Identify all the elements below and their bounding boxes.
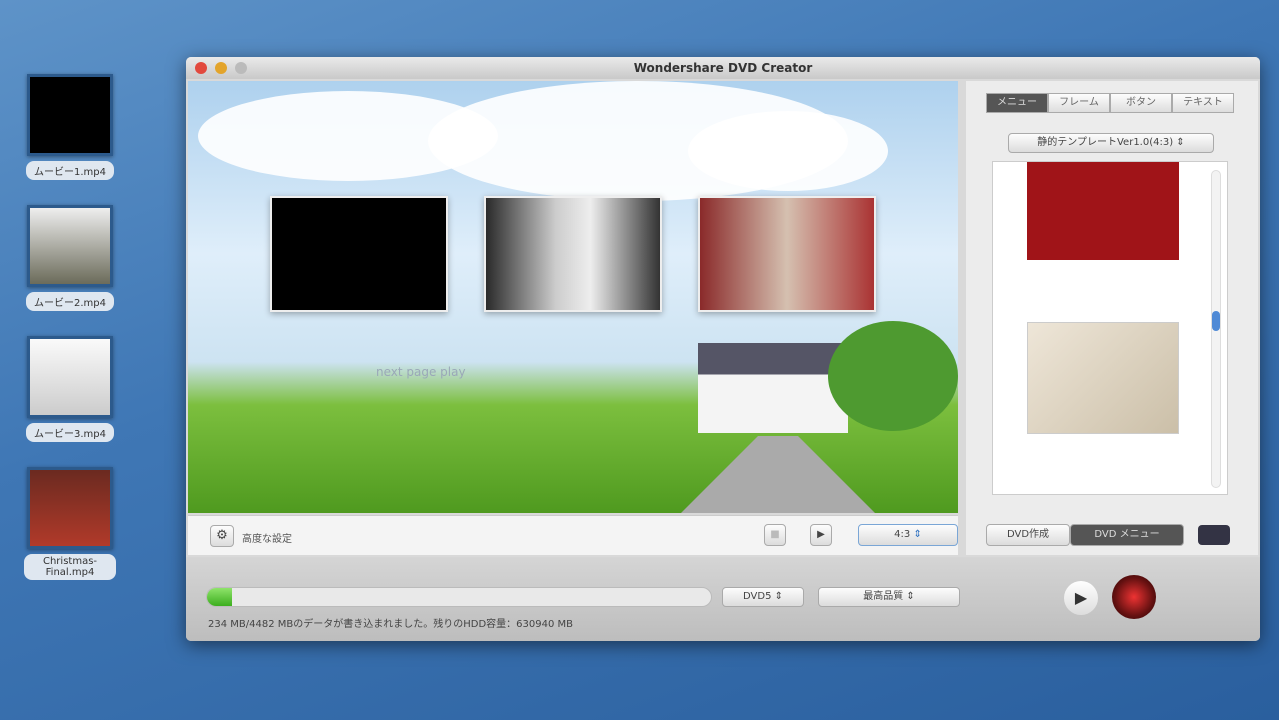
scroll-thumb[interactable] [1212,311,1220,331]
desktop-icon[interactable]: ムービー3.mp4 [14,336,126,442]
dvd-menu-button[interactable]: DVD メニュー [1070,524,1184,546]
advanced-settings-label: 高度な設定 [242,534,292,545]
chevron-updown-icon: ⇕ [913,529,922,540]
progress-fill [207,588,233,606]
video-thumbnail [27,336,113,418]
file-label: ムービー3.mp4 [26,423,114,442]
template-select[interactable]: 静的テンプレートVer1.0(4:3) ⇕ [1008,133,1214,153]
tab-button[interactable]: ボタン [1110,93,1172,113]
dvd-create-button[interactable]: DVD作成 [986,524,1070,546]
tab-menu[interactable]: メニュー [986,93,1048,113]
status-text: 234 MB/4482 MBのデータが書き込まれました。残りのHDD容量：630… [208,619,573,630]
template-select-value: 静的テンプレートVer1.0(4:3) [1037,137,1174,148]
close-button[interactable] [195,62,207,74]
chapter-frame-2[interactable] [484,196,662,312]
video-thumbnail [27,467,113,549]
tab-text[interactable]: テキスト [1172,93,1234,113]
desktop-icon[interactable]: ムービー2.mp4 [14,205,126,311]
tab-frame[interactable]: フレーム [1048,93,1110,113]
minimize-button[interactable] [215,62,227,74]
template-list [992,161,1228,495]
stop-button[interactable]: ■ [764,524,786,546]
tree-image [828,321,958,431]
desktop-icon[interactable]: ムービー1.mp4 [14,74,126,180]
disc-icon [1198,525,1230,545]
preview-controls: ⚙ 高度な設定 ■ ▶ 4:3 ⇕ [188,515,958,555]
template-panel: メニュー フレーム ボタン テキスト 静的テンプレートVer1.0(4:3) ⇕ [966,81,1258,555]
file-label: Christmas-Final.mp4 [24,554,116,580]
window-title: Wondershare DVD Creator [633,61,813,75]
path-image [678,436,878,513]
template-thumb-beige[interactable] [1027,322,1179,434]
advanced-settings-button[interactable]: ⚙ [210,525,234,547]
video-thumbnail [27,205,113,287]
zoom-button[interactable] [235,62,247,74]
panel-tabs: メニュー フレーム ボタン テキスト [986,93,1234,113]
play-preview-button[interactable]: ▶ [810,524,832,546]
file-label: ムービー1.mp4 [26,161,114,180]
aspect-value: 4:3 [894,529,911,540]
quality-select[interactable]: 最高品質 ⇕ [818,587,960,607]
menu-preview[interactable]: next page play [188,81,958,513]
house-image [698,343,848,433]
file-label: ムービー2.mp4 [26,292,114,311]
title-bar: Wondershare DVD Creator [186,57,1260,79]
chapter-frame-3[interactable] [698,196,876,312]
aspect-ratio-select[interactable]: 4:3 ⇕ [858,524,958,546]
play-button[interactable]: ▶ [1064,581,1098,615]
burn-button[interactable] [1112,575,1156,619]
nav-text[interactable]: next page play [376,365,466,379]
scrollbar[interactable] [1211,170,1221,488]
progress-bar [206,587,712,607]
chapter-frame-1[interactable] [270,196,448,312]
app-window: Wondershare DVD Creator next page play ⚙… [186,57,1260,641]
burn-bar: DVD5 ⇕ 最高品質 ⇕ 234 MB/4482 MBのデータが書き込まれまし… [186,557,1260,641]
video-thumbnail [27,74,113,156]
desktop-icon[interactable]: Christmas-Final.mp4 [14,467,126,580]
disc-type-value: DVD5 [743,591,772,602]
disc-type-select[interactable]: DVD5 ⇕ [722,587,804,607]
template-thumb-red[interactable] [1027,162,1179,260]
quality-value: 最高品質 [863,591,904,602]
